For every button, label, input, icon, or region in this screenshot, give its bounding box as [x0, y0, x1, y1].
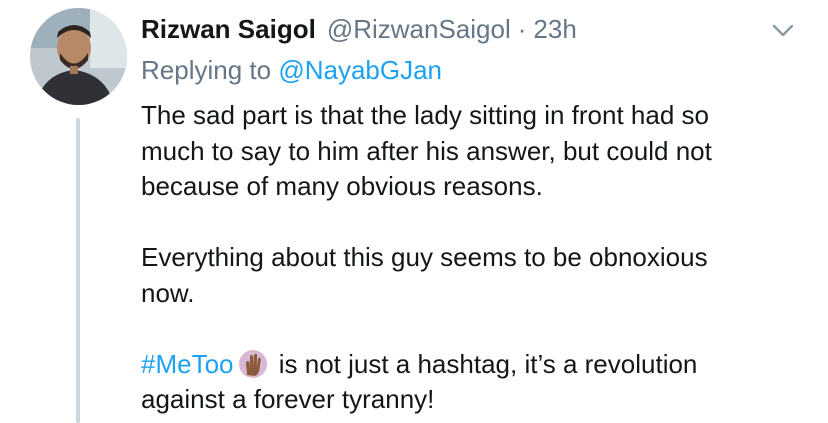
- reply-mention-link[interactable]: @NayabGJan: [278, 55, 442, 85]
- tweet-header: Rizwan Saigol @RizwanSaigol · 23h: [141, 14, 776, 50]
- body-line: against a forever tyranny!: [141, 384, 435, 414]
- body-line-hashtag: #MeToo is not just a hashtag, it’s a rev…: [141, 347, 801, 383]
- body-line: is not just a hashtag, it’s a revolution: [278, 348, 698, 379]
- thread-line: [76, 118, 80, 423]
- avatar-photo: [30, 8, 127, 105]
- body-line: much to say to him after his answer, but…: [141, 135, 712, 166]
- body-line: because of many obvious reasons.: [141, 171, 543, 201]
- tweet: Rizwan Saigol @RizwanSaigol · 23h Replyi…: [0, 0, 828, 423]
- tweet-body: The sad part is that the lady sitting in…: [141, 98, 801, 418]
- separator-dot: ·: [517, 14, 527, 44]
- raised-hand-icon: [238, 349, 268, 379]
- replying-to: Replying to @NayabGJan: [141, 55, 442, 86]
- timestamp[interactable]: 23h: [533, 14, 576, 45]
- body-line: The sad part is that the lady sitting in…: [141, 100, 709, 130]
- replying-prefix: Replying to: [141, 55, 272, 85]
- hashtag-metoo-link[interactable]: #MeToo: [141, 349, 234, 379]
- avatar[interactable]: [30, 8, 127, 105]
- user-handle[interactable]: @RizwanSaigol: [327, 14, 511, 45]
- body-line: Everything about this guy seems to be ob…: [141, 242, 708, 272]
- display-name[interactable]: Rizwan Saigol: [141, 14, 316, 45]
- body-line: now.: [141, 277, 195, 308]
- chevron-down-icon[interactable]: [770, 20, 796, 40]
